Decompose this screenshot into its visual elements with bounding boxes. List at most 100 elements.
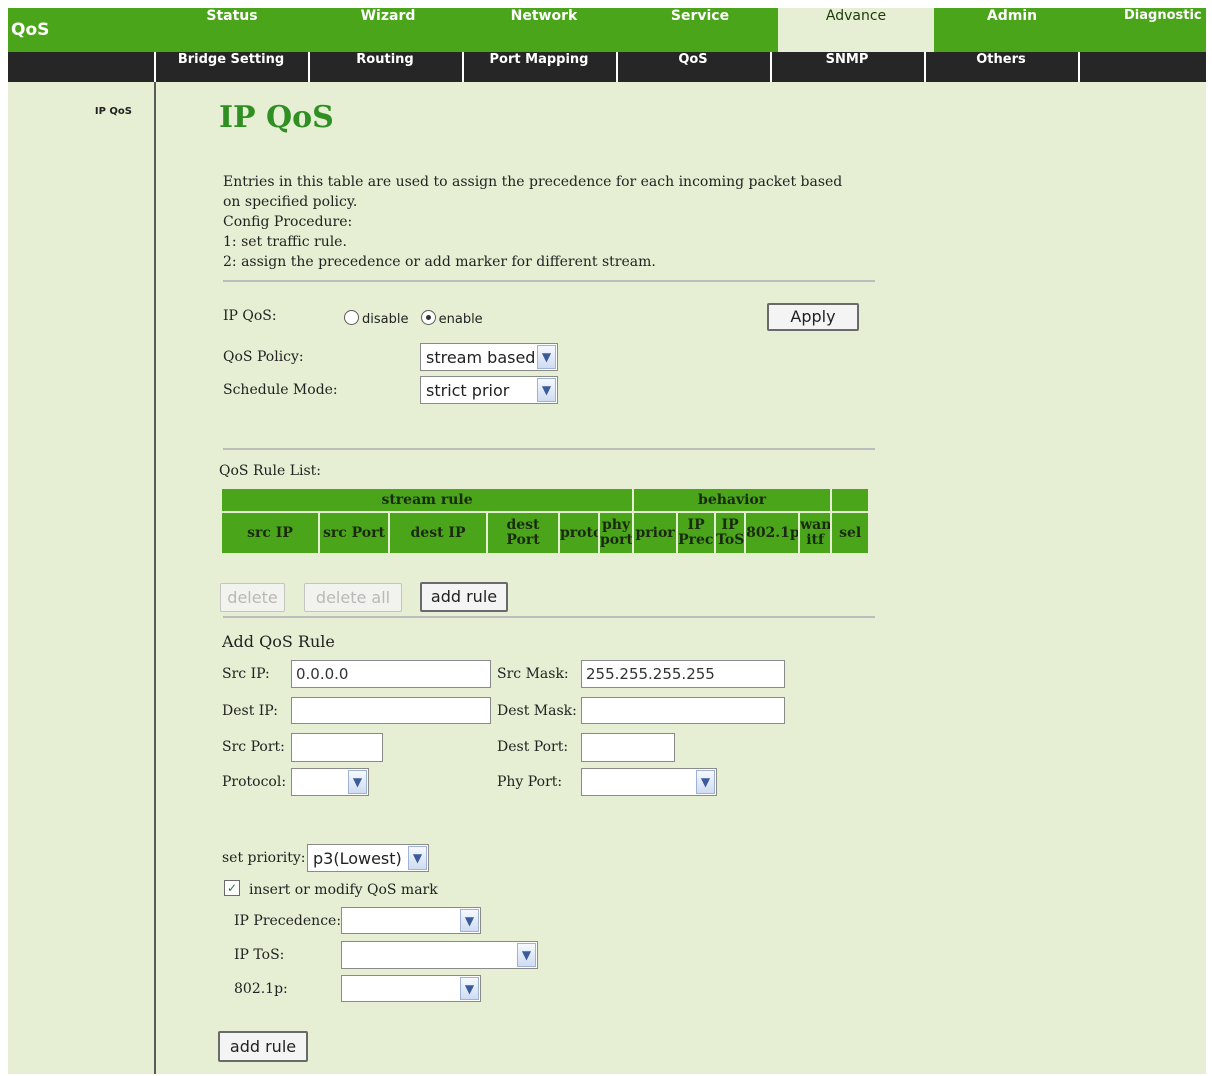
ipqos-label: IP QoS: [223, 308, 277, 324]
ip-tos-label: IP ToS: [234, 947, 285, 963]
protocol-label: Protocol: [222, 774, 287, 790]
page-description: Entries in this table are used to assign… [223, 172, 863, 272]
ip-precedence-label: IP Precedence: [234, 913, 342, 929]
tab-service[interactable]: Service [622, 8, 778, 52]
chevron-down-icon: ▼ [696, 770, 715, 794]
sidebar-item-ip-qos[interactable]: IP QoS [95, 106, 132, 117]
qos-mark-checkbox[interactable]: ✓ [224, 880, 240, 896]
ipqos-radio-group: disable enable [344, 310, 491, 327]
src-mask-field[interactable]: 255.255.255.255 [581, 660, 785, 688]
tab-wizard[interactable]: Wizard [310, 8, 466, 52]
set-priority-label: set priority: [222, 850, 306, 866]
radio-disable[interactable] [344, 310, 359, 325]
column-header: prior [632, 511, 679, 555]
ipqos-disable-option[interactable]: disable [344, 310, 408, 327]
subtab-port-mapping[interactable]: Port Mapping [462, 52, 614, 82]
qos-mark-label: insert or modify QoS mark [249, 882, 438, 898]
sub-nav-bar: Bridge Setting Routing Port Mapping QoS … [8, 52, 1206, 82]
radio-enable[interactable] [420, 310, 436, 325]
router-admin-page: QoS Status Wizard Network Service Advanc… [8, 8, 1206, 1074]
qos-policy-value: stream based [426, 347, 536, 367]
column-header: sel [830, 511, 871, 555]
schedule-mode-value: strict prior [426, 380, 510, 400]
chevron-down-icon: ▼ [348, 770, 367, 794]
sidebar: IP QoS [8, 82, 156, 1074]
dest-mask-label: Dest Mask: [497, 703, 577, 719]
add-rule-submit-button[interactable]: add rule [218, 1031, 308, 1062]
phy-port-select[interactable]: ▼ [581, 768, 717, 796]
column-header: wan itf [798, 511, 833, 555]
page-title: IP QoS [219, 100, 334, 135]
column-header: src Port [318, 511, 390, 555]
ip-precedence-select[interactable]: ▼ [341, 907, 481, 934]
subtab-divider [1078, 52, 1206, 82]
subtab-snmp[interactable]: SNMP [770, 52, 922, 82]
tab-admin[interactable]: Admin [934, 8, 1090, 52]
logo: QoS [11, 20, 50, 40]
delete-all-button[interactable]: delete all [304, 583, 402, 612]
column-header: IP ToS [714, 511, 747, 555]
chevron-down-icon: ▼ [537, 378, 556, 402]
column-header: src IP [220, 511, 320, 555]
checkmark-icon: ✓ [226, 881, 238, 895]
tab-diagnostic[interactable]: Diagnostic [1090, 8, 1206, 52]
qos-policy-label: QoS Policy: [223, 349, 304, 365]
protocol-select[interactable]: ▼ [291, 768, 369, 796]
src-ip-label: Src IP: [222, 666, 270, 682]
column-header: IP Precd [676, 511, 717, 555]
dest-mask-field[interactable] [581, 697, 785, 724]
chevron-down-icon: ▼ [517, 943, 536, 967]
description-line: Config Procedure: [223, 214, 353, 230]
subtab-bridge-setting[interactable]: Bridge Setting [154, 52, 306, 82]
chevron-down-icon: ▼ [460, 909, 479, 932]
dot1p-label: 802.1p: [234, 981, 288, 997]
schedule-mode-label: Schedule Mode: [223, 382, 338, 398]
column-header: proto [558, 511, 600, 555]
dest-ip-field[interactable] [291, 697, 491, 724]
src-mask-label: Src Mask: [497, 666, 569, 682]
column-header: dest Port [486, 511, 560, 555]
description-line: 1: set traffic rule. [223, 234, 347, 250]
description-line: Entries in this table are used to assign… [223, 174, 843, 210]
dest-port-label: Dest Port: [497, 739, 569, 755]
subtab-qos[interactable]: QoS [616, 52, 768, 82]
delete-button[interactable]: delete [220, 583, 285, 612]
dot1p-select[interactable]: ▼ [341, 975, 481, 1002]
priority-select[interactable]: p3(Lowest) ▼ [307, 844, 429, 872]
src-port-field[interactable] [291, 733, 383, 762]
chevron-down-icon: ▼ [460, 977, 479, 1000]
group-header-stream-rule: stream rule [219, 487, 635, 513]
divider [223, 448, 875, 450]
qos-policy-select[interactable]: stream based ▼ [420, 343, 558, 371]
top-nav-bar: QoS Status Wizard Network Service Advanc… [8, 8, 1206, 52]
phy-port-label: Phy Port: [497, 774, 563, 790]
description-line: 2: assign the precedence or add marker f… [223, 254, 656, 270]
tab-status[interactable]: Status [154, 8, 310, 52]
radio-enable-label: enable [438, 312, 483, 327]
dest-port-field[interactable] [581, 733, 675, 762]
add-rule-title: Add QoS Rule [222, 632, 335, 651]
chevron-down-icon: ▼ [537, 345, 556, 369]
group-header-blank [830, 487, 871, 513]
divider [223, 616, 875, 618]
qos-rule-table: stream rule behavior src IP src Port des… [219, 487, 871, 555]
column-header: 802.1p [744, 511, 801, 555]
tab-network[interactable]: Network [466, 8, 622, 52]
subtab-others[interactable]: Others [924, 52, 1076, 82]
rule-list-title: QoS Rule List: [219, 463, 322, 479]
schedule-mode-select[interactable]: strict prior ▼ [420, 376, 558, 404]
dest-ip-label: Dest IP: [222, 703, 278, 719]
priority-value: p3(Lowest) [313, 848, 402, 868]
src-ip-field[interactable]: 0.0.0.0 [291, 660, 491, 688]
ipqos-enable-option[interactable]: enable [420, 310, 483, 327]
ip-tos-select[interactable]: ▼ [341, 941, 538, 969]
group-header-behavior: behavior [632, 487, 833, 513]
radio-disable-label: disable [362, 312, 409, 327]
add-rule-list-button[interactable]: add rule [420, 582, 508, 612]
subtab-routing[interactable]: Routing [308, 52, 460, 82]
column-header: dest IP [388, 511, 488, 555]
chevron-down-icon: ▼ [408, 846, 427, 870]
src-port-label: Src Port: [222, 739, 285, 755]
apply-button[interactable]: Apply [767, 303, 859, 331]
tab-advance[interactable]: Advance [778, 8, 934, 52]
